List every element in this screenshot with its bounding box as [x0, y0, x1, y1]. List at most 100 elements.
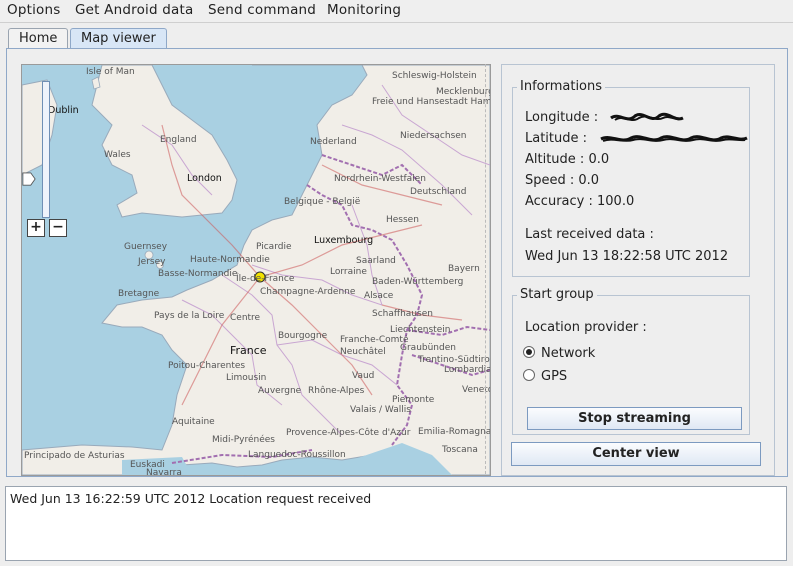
map-label: Centre: [230, 313, 261, 323]
radio-gps-label: GPS: [541, 369, 568, 384]
map-label: Schleswig-Holstein: [392, 71, 477, 81]
map-label: Provence-Alpes-Côte d'Azur: [286, 428, 411, 438]
tab-map-viewer[interactable]: Map viewer: [70, 28, 167, 49]
map-label: Schaffhausen: [372, 309, 433, 319]
map-label: Principado de Asturias: [24, 451, 125, 461]
altitude-value: 0.0: [588, 152, 610, 167]
start-group: Start group Location provider : Network …: [512, 287, 750, 435]
map-label: Limousin: [226, 373, 267, 383]
informations-title: Informations: [517, 79, 606, 94]
menu-send-command[interactable]: Send command: [208, 2, 316, 18]
map-label: Saarland: [356, 256, 396, 266]
speed-label: Speed :: [525, 173, 575, 188]
radio-network-label: Network: [541, 346, 596, 361]
radio-network[interactable]: Network: [523, 346, 595, 361]
map-label: Belgique - België: [284, 197, 361, 207]
map-label: Dublin: [48, 105, 79, 116]
accuracy-value: 100.0: [597, 194, 635, 209]
location-provider-label: Location provider :: [525, 320, 647, 335]
menu-monitoring[interactable]: Monitoring: [327, 2, 401, 18]
radio-network-indicator[interactable]: [523, 346, 535, 358]
radio-gps-indicator[interactable]: [523, 369, 535, 381]
altitude-label: Altitude :: [525, 152, 585, 167]
map-label: Piemonte: [392, 395, 435, 405]
last-received-label: Last received data :: [525, 227, 654, 242]
map-label: Basse-Normandie: [158, 269, 238, 279]
map-label: Luxembourg: [314, 235, 374, 246]
speed-row: Speed : 0.0: [525, 173, 599, 188]
map-label: Auvergne: [258, 386, 302, 396]
map-label: Isle of Man: [86, 67, 135, 77]
map-label: Wales: [104, 150, 131, 160]
map-label: Trentino-Südtirol: [418, 355, 491, 365]
tab-home[interactable]: Home: [8, 28, 69, 49]
map-label: Guernsey: [124, 242, 168, 252]
map-label: Liechtenstein: [390, 325, 451, 335]
map-label: Baden-Württemberg: [372, 277, 464, 287]
map-label: Lorraine: [330, 267, 367, 277]
tab-strip: Home Map viewer: [6, 26, 786, 50]
map-label: Languedoc-Roussillon: [248, 450, 346, 460]
map-label: London: [187, 173, 222, 184]
speed-value: 0.0: [578, 173, 600, 188]
map-label: Bretagne: [118, 289, 160, 299]
map-label: Picardie: [256, 242, 292, 252]
map-viewer-panel: Isle of Man Dublin England Wales London …: [6, 48, 788, 477]
map-label: Graubünden: [400, 343, 456, 353]
map-label: Nederland: [310, 137, 357, 147]
latitude-label: Latitude :: [525, 131, 588, 146]
informations-group: Informations Longitude : Latitude : Alti…: [512, 79, 750, 277]
side-panel: Informations Longitude : Latitude : Alti…: [501, 64, 775, 476]
menu-options[interactable]: Options: [7, 2, 61, 18]
map-label: Emilia-Romagna: [418, 427, 491, 437]
map-label: Haute-Normandie: [190, 255, 270, 265]
menu-bar: Options Get Android data Send command Mo…: [0, 0, 793, 23]
last-received-value: Wed Jun 13 18:22:58 UTC 2012: [525, 249, 729, 264]
longitude-redacted-scribble: [610, 112, 684, 121]
map-label: Mecklenburg: [436, 87, 491, 97]
map-label: Poitou-Charentes: [168, 361, 246, 371]
map-label: Pays de la Loire: [154, 311, 225, 321]
map-label: England: [160, 135, 197, 145]
zoom-in-button[interactable]: +: [27, 219, 45, 237]
map-label: Nordrhein-Westfalen: [334, 174, 426, 184]
map-label: Vaud: [352, 371, 375, 381]
map-label: Bayern: [448, 264, 480, 274]
center-view-button[interactable]: Center view: [511, 442, 761, 466]
map-label: Rhône-Alpes: [308, 386, 365, 396]
map-label: Midi-Pyrénées: [212, 435, 275, 445]
map-label: Toscana: [442, 445, 478, 455]
map-view[interactable]: Isle of Man Dublin England Wales London …: [21, 64, 491, 476]
map-label: Île-de-France: [236, 274, 295, 284]
start-group-title: Start group: [517, 287, 597, 302]
stop-streaming-button[interactable]: Stop streaming: [527, 407, 742, 430]
map-divider: [485, 64, 494, 474]
map-label: Valais / Wallis: [350, 405, 411, 415]
map-label: Champagne-Ardenne: [260, 287, 356, 297]
zoom-slider-thumb[interactable]: [22, 172, 36, 186]
accuracy-label: Accuracy :: [525, 194, 593, 209]
map-label: Franche-Comté: [340, 335, 409, 345]
log-area[interactable]: Wed Jun 13 16:22:59 UTC 2012 Location re…: [5, 486, 787, 561]
map-label: Navarra: [146, 468, 182, 476]
map-label: Jersey: [138, 257, 166, 267]
map-label: Freie und Hansestadt Hamburg: [372, 97, 491, 107]
map-label: Aquitaine: [172, 417, 215, 427]
map-label: Neuchâtel: [340, 347, 386, 357]
map-canvas: [22, 65, 490, 475]
map-label: Alsace: [364, 291, 394, 301]
latitude-redacted-scribble: [600, 135, 748, 142]
zoom-out-button[interactable]: −: [49, 219, 67, 237]
map-label: Lombardia: [444, 365, 491, 375]
radio-gps[interactable]: GPS: [523, 369, 567, 384]
map-label: Niedersachsen: [400, 131, 467, 141]
longitude-label: Longitude :: [525, 110, 599, 125]
map-label: Bourgogne: [278, 331, 328, 341]
map-label: Hessen: [386, 215, 419, 225]
zoom-slider-track[interactable]: [42, 81, 50, 218]
accuracy-row: Accuracy : 100.0: [525, 194, 634, 209]
altitude-row: Altitude : 0.0: [525, 152, 609, 167]
menu-get-android-data[interactable]: Get Android data: [75, 2, 193, 18]
map-label: Deutschland: [410, 187, 467, 197]
log-line: Wed Jun 13 16:22:59 UTC 2012 Location re…: [10, 491, 372, 506]
